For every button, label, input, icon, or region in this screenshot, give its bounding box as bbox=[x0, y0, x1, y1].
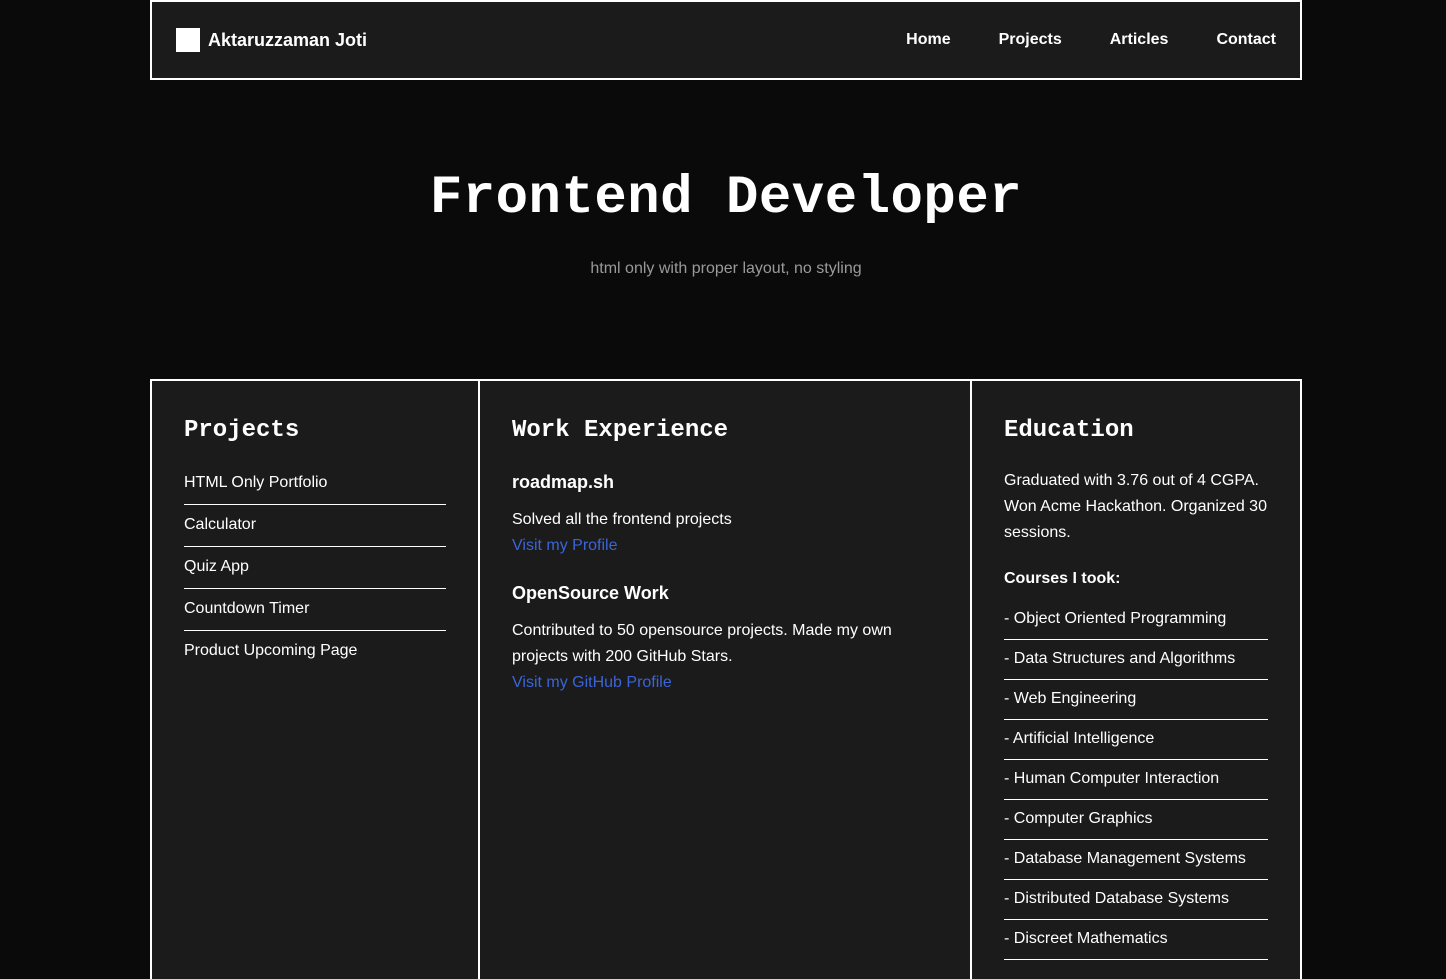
work-entry: OpenSource Work Contributed to 50 openso… bbox=[512, 583, 938, 696]
github-profile-link[interactable]: Visit my GitHub Profile bbox=[512, 670, 938, 696]
profile-link[interactable]: Visit my Profile bbox=[512, 533, 938, 559]
courses-list: - Object Oriented Programming - Data Str… bbox=[1004, 600, 1268, 960]
page: Aktaruzzaman Joti Home Projects Articles… bbox=[0, 0, 1446, 979]
course-item: - Discreet Mathematics bbox=[1004, 920, 1268, 960]
project-item[interactable]: Calculator bbox=[184, 505, 446, 547]
education-title: Education bbox=[1004, 417, 1134, 444]
main-nav: Home Projects Articles Contact bbox=[906, 31, 1276, 49]
nav-contact-link[interactable]: Contact bbox=[1216, 31, 1276, 49]
work-description: Contributed to 50 opensource projects. M… bbox=[512, 622, 892, 665]
projects-title: Projects bbox=[184, 417, 300, 444]
nav-home-link[interactable]: Home bbox=[906, 31, 950, 49]
site-header: Aktaruzzaman Joti Home Projects Articles… bbox=[150, 0, 1302, 80]
brand[interactable]: Aktaruzzaman Joti bbox=[176, 28, 367, 52]
projects-column: Projects HTML Only Portfolio Calculator … bbox=[152, 381, 480, 979]
work-column: Work Experience roadmap.sh Solved all th… bbox=[480, 381, 972, 979]
brand-name[interactable]: Aktaruzzaman Joti bbox=[208, 30, 367, 51]
project-item[interactable]: Countdown Timer bbox=[184, 589, 446, 631]
hero-subtitle: html only with proper layout, no styling bbox=[590, 260, 862, 277]
education-column: Education Graduated with 3.76 out of 4 C… bbox=[972, 381, 1300, 979]
course-item: - Human Computer Interaction bbox=[1004, 760, 1268, 800]
project-item[interactable]: Quiz App bbox=[184, 547, 446, 589]
hero: Frontend Developer html only with proper… bbox=[150, 80, 1302, 380]
course-item: - Object Oriented Programming bbox=[1004, 600, 1268, 640]
work-company: OpenSource Work bbox=[512, 583, 669, 603]
courses-label: Courses I took: bbox=[1004, 570, 1121, 587]
course-item: - Data Structures and Algorithms bbox=[1004, 640, 1268, 680]
work-company: roadmap.sh bbox=[512, 472, 615, 492]
nav-articles-link[interactable]: Articles bbox=[1110, 31, 1169, 49]
projects-list: HTML Only Portfolio Calculator Quiz App … bbox=[184, 472, 446, 672]
work-description: Solved all the frontend projects bbox=[512, 511, 732, 528]
work-entry: roadmap.sh Solved all the frontend proje… bbox=[512, 472, 938, 559]
project-item[interactable]: HTML Only Portfolio bbox=[184, 472, 446, 505]
education-description: Graduated with 3.76 out of 4 CGPA. Won A… bbox=[1004, 472, 1267, 541]
course-item: - Artificial Intelligence bbox=[1004, 720, 1268, 760]
course-item: - Web Engineering bbox=[1004, 680, 1268, 720]
hero-title: Frontend Developer bbox=[429, 168, 1023, 229]
work-title: Work Experience bbox=[512, 417, 729, 444]
course-item: - Computer Graphics bbox=[1004, 800, 1268, 840]
project-item[interactable]: Product Upcoming Page bbox=[184, 631, 446, 672]
course-item: - Database Management Systems bbox=[1004, 840, 1268, 880]
brand-logo-icon bbox=[176, 28, 200, 52]
content-columns: Projects HTML Only Portfolio Calculator … bbox=[150, 379, 1302, 979]
course-item: - Distributed Database Systems bbox=[1004, 880, 1268, 920]
nav-projects-link[interactable]: Projects bbox=[999, 31, 1062, 49]
